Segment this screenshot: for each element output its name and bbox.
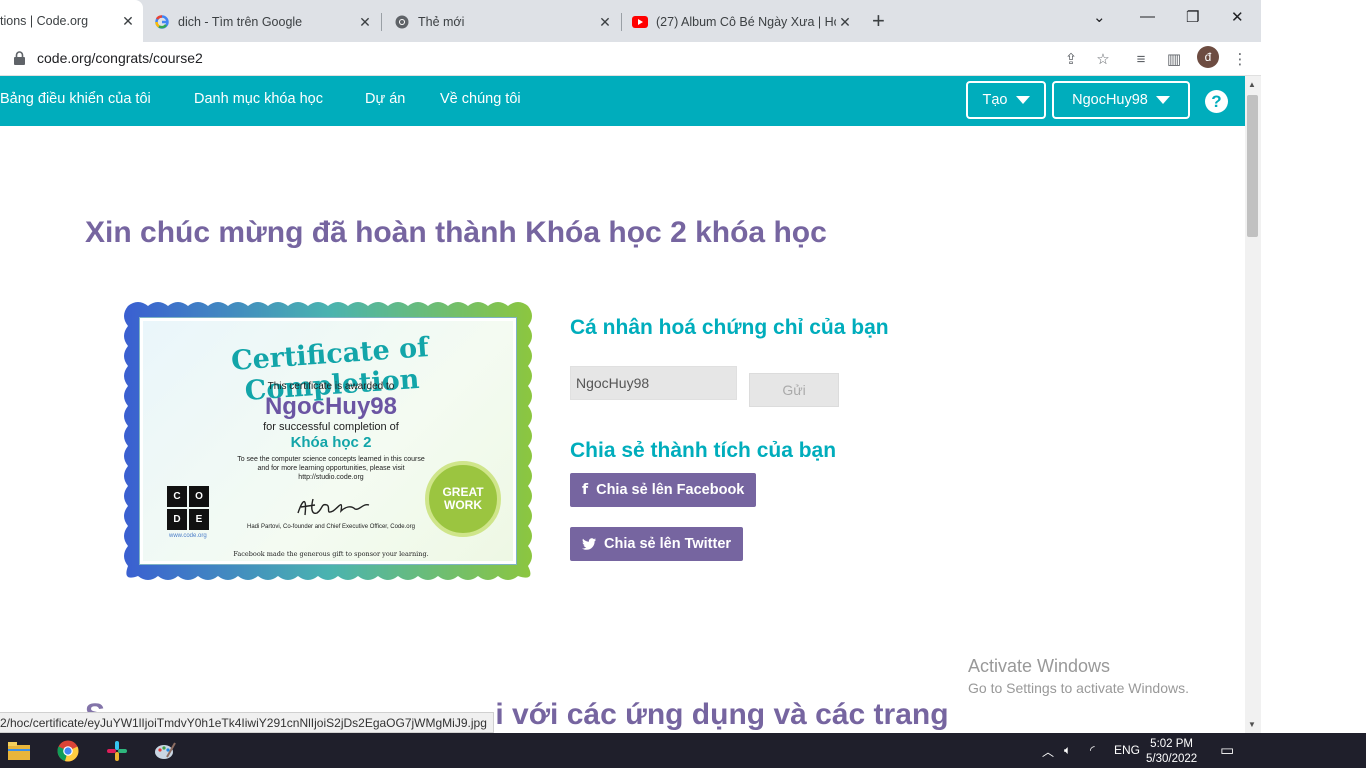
menu-dots-icon[interactable]: ⋮ [1230,49,1250,69]
wifi-icon[interactable]: ◜ [1090,743,1095,757]
activate-subtitle: Go to Settings to activate Windows. [968,680,1189,696]
notifications-icon[interactable]: ▭ [1220,741,1234,759]
close-tab-icon[interactable]: ✕ [119,13,137,30]
google-icon [154,14,170,30]
personalize-heading: Cá nhân hoá chứng chỉ của bạn [570,316,889,339]
activate-title: Activate Windows [968,656,1111,676]
slack-icon[interactable] [104,738,130,764]
nav-about[interactable]: Về chúng tôi [440,91,521,107]
tab-youtube[interactable]: (27) Album Cô Bé Ngày Xưa | Ho ✕ [632,7,854,37]
scroll-down-icon[interactable]: ▼ [1248,720,1256,729]
logo-letter: C [167,486,187,507]
language-indicator[interactable]: ENG [1114,743,1140,757]
tab-title: (27) Album Cô Bé Ngày Xưa | Ho [656,15,836,29]
new-tab-icon[interactable]: + [872,10,885,32]
close-window-icon[interactable]: ✕ [1231,8,1244,26]
twitter-icon [582,538,596,550]
side-panel-icon[interactable]: ▥ [1164,49,1184,69]
tab-separator [381,13,382,31]
certificate-name-input[interactable] [570,366,737,400]
certificate-website: www.code.org [169,533,207,539]
page-title: Xin chúc mừng đã hoàn thành Khóa học 2 k… [85,216,827,249]
logo-letter: O [189,486,209,507]
page-viewport: Bảng điều khiển của tôi Danh mục khóa họ… [0,76,1245,733]
minimize-icon[interactable]: — [1140,8,1155,25]
clock-date: 5/30/2022 [1146,753,1198,765]
facebook-icon: f [582,482,589,498]
share-twitter-label: Chia sẻ lên Twitter [604,536,732,552]
help-icon[interactable]: ? [1205,90,1228,113]
status-bar-url: 2/hoc/certificate/eyJuYW1lIjoiTmdvY0h1eT… [0,712,494,733]
desktop-background [1261,0,1366,733]
tab-google-search[interactable]: dich - Tìm trên Google ✕ [154,7,374,37]
certificate-course: Khóa học 2 [290,434,372,451]
tab-separator [621,13,622,31]
file-explorer-icon[interactable] [6,738,32,764]
lock-icon[interactable] [14,51,25,65]
url-text[interactable]: code.org/congrats/course2 [37,50,203,66]
tab-search-icon[interactable]: ⌄ [1093,8,1106,26]
clock-time: 5:02 PM [1150,738,1193,750]
share-twitter-button[interactable]: Chia sẻ lên Twitter [570,527,744,561]
close-tab-icon[interactable]: ✕ [836,14,854,31]
code-org-logo: C O D E [167,486,211,530]
tab-title: Thẻ mới [418,15,465,29]
scrollbar-thumb[interactable] [1247,95,1258,237]
paint-icon[interactable] [152,738,178,764]
chrome-taskbar-icon[interactable] [55,738,81,764]
volume-icon[interactable]: 🔈︎ [1064,743,1071,758]
tab-title: tions | Code.org [0,14,89,28]
user-dropdown[interactable]: NgocHuy98 [1052,81,1190,119]
user-label: NgocHuy98 [1072,92,1148,108]
tab-code-org[interactable]: tions | Code.org ✕ [0,0,143,42]
close-tab-icon[interactable]: ✕ [356,14,374,31]
certificate-image[interactable]: Certificate of Completion This certifica… [118,296,538,586]
windows-taskbar: ︿ 🔈︎ ◜ ENG 5:02 PM 5/30/2022 ▭ [0,733,1366,768]
certificate-body: Certificate of Completion This certifica… [139,317,517,565]
site-nav: Bảng điều khiển của tôi Danh mục khóa họ… [0,76,1245,126]
address-bar: code.org/congrats/course2 ⇪ ☆ ≡ ▥ ⋮ [0,42,1261,76]
tab-new-tab[interactable]: Thẻ mới ✕ [394,7,614,37]
close-tab-icon[interactable]: ✕ [596,14,614,31]
share-facebook-button[interactable]: f Chia sẻ lên Facebook [570,473,757,507]
caret-down-icon [1155,96,1170,104]
create-dropdown[interactable]: Tạo [966,81,1046,119]
share-heading: Chia sẻ thành tích của bạn [570,439,837,462]
great-work-seal-icon: GREAT WORK [425,461,501,537]
restore-icon[interactable]: ❐ [1186,8,1199,26]
chrome-icon [394,14,410,30]
certificate-awarded-text: This certificate is awarded to [267,381,395,392]
send-button[interactable]: Gửi [749,373,839,407]
certificate-sponsor: Facebook made the generous gift to spons… [233,550,429,558]
signature-icon [297,498,370,516]
reading-list-icon[interactable]: ≡ [1131,49,1151,69]
activate-windows-watermark: Activate Windows Go to Settings to activ… [968,656,1189,696]
section-title-visible: i với các ứng dụng và các trang [495,698,949,731]
browser-window: tions | Code.org ✕ dich - Tìm trên Googl… [0,0,1261,733]
nav-course-catalog[interactable]: Danh mục khóa học [194,91,323,107]
certificate-name: NgocHuy98 [264,393,398,420]
show-hidden-icons-icon[interactable]: ︿ [1042,743,1054,760]
tab-title: dich - Tìm trên Google [178,15,303,29]
share-facebook-label: Chia sẻ lên Facebook [596,482,745,498]
logo-letter: E [189,509,209,530]
nav-projects[interactable]: Dự án [365,91,405,107]
youtube-icon [632,14,648,30]
share-icon[interactable]: ⇪ [1061,49,1081,69]
certificate-completion-text: for successful completion of [263,421,399,433]
profile-avatar[interactable]: đ [1197,46,1219,68]
nav-dashboard[interactable]: Bảng điều khiển của tôi [0,91,151,107]
bookmark-star-icon[interactable]: ☆ [1093,49,1113,69]
scroll-up-icon[interactable]: ▲ [1248,80,1256,89]
system-clock[interactable]: 5:02 PM 5/30/2022 [1146,737,1197,767]
caret-down-icon [1015,96,1030,104]
tab-bar: tions | Code.org ✕ dich - Tìm trên Googl… [0,0,1261,42]
create-label: Tạo [982,92,1008,108]
logo-letter: D [167,509,187,530]
seal-text: WORK [444,498,482,512]
